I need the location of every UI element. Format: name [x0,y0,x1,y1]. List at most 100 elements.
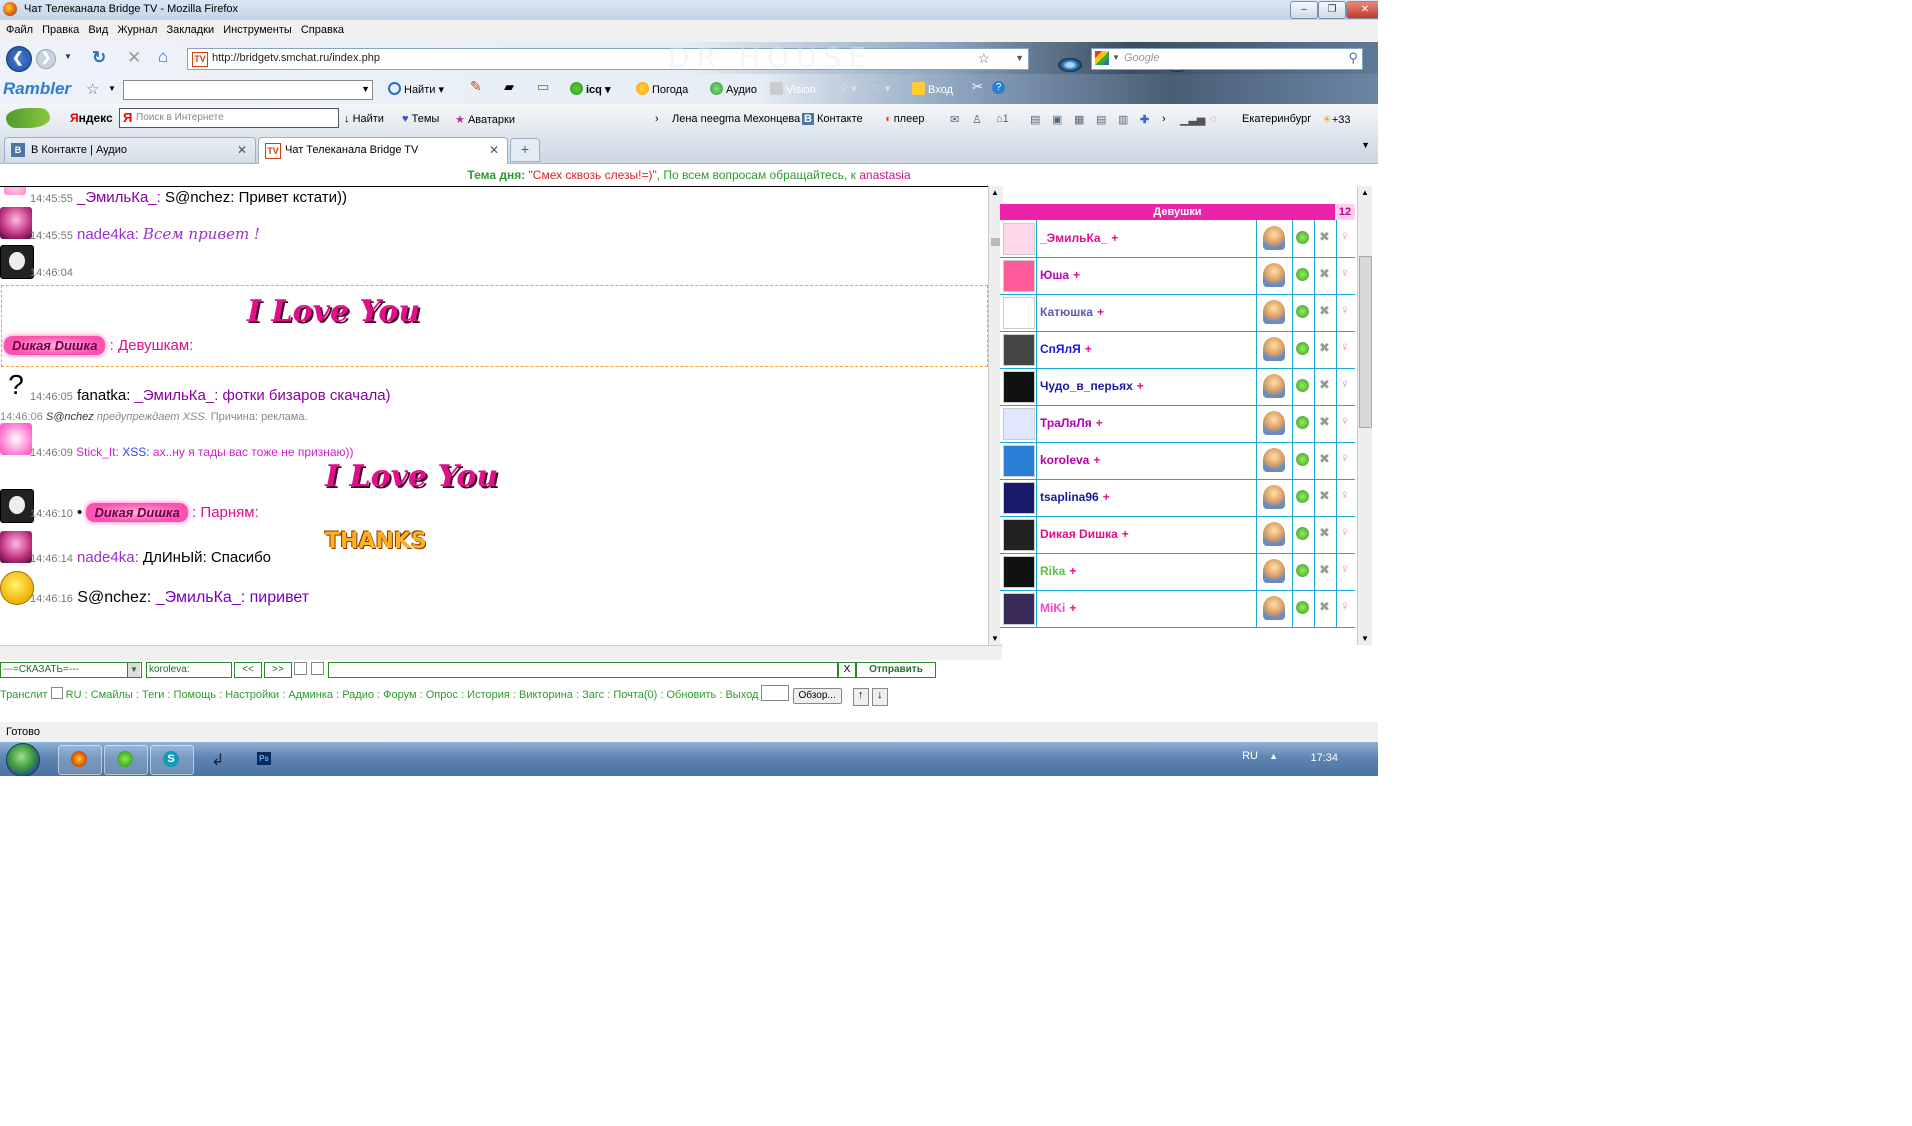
icq-flower-icon[interactable] [1296,564,1309,577]
link-smiles[interactable]: Смайлы [91,689,133,701]
scroll-down-icon[interactable]: ▼ [991,634,999,643]
link-settings[interactable]: Настройки [225,689,279,701]
mail-icon[interactable]: ✉ [950,113,959,126]
favorite-star-icon[interactable]: ☆ [86,80,99,98]
vkontakte-link[interactable]: В Контакте [802,113,863,125]
tab-vkontakte[interactable]: В В Контакте | Аудио ✕ [4,137,256,162]
message-author[interactable]: _ЭмильКа_ [77,189,157,206]
doc-icon[interactable]: ▥ [1118,113,1128,126]
user-avatar[interactable] [1003,519,1035,551]
rambler-menu-icon[interactable]: ▼ [108,84,116,93]
yandex-logo[interactable]: Яндекс [70,111,113,125]
help-icon[interactable]: ? [992,79,1008,94]
user-row[interactable]: _ЭмильКа_ + ✖ ♀ [1000,220,1355,258]
horizontal-scrollbar[interactable] [0,645,1002,660]
icq-flower-icon[interactable] [1296,379,1309,392]
icq-button[interactable]: icq ▾ [570,82,610,96]
heart-icon[interactable]: ♡ ▾ [872,82,890,95]
scroll-thumb[interactable] [1359,256,1372,428]
tab-bridge-chat[interactable]: TV Чат Телеканала Bridge TV ✕ [258,137,508,164]
user-avatar[interactable] [1003,260,1035,292]
link-quiz[interactable]: Викторина [519,689,573,701]
puzzle-icon[interactable]: ✖ [1319,525,1330,541]
puzzle-icon[interactable]: ✖ [1319,488,1330,504]
icq-flower-icon[interactable] [1296,416,1309,429]
link-forum[interactable]: Форум [383,689,416,701]
user-avatar[interactable] [1003,223,1035,255]
user-name[interactable]: ТраЛяЛя + [1040,416,1103,430]
menu-bookmarks[interactable]: Закладки [167,24,215,36]
login-button[interactable]: Вход [912,82,953,96]
user-row[interactable]: Катюшка + ✖ ♀ [1000,294,1355,332]
message-recipient[interactable]: _ЭмильКа_ [156,589,241,606]
weather-button[interactable]: Погода [636,82,688,96]
user-avatar[interactable] [1003,482,1035,514]
clock[interactable]: 17:34 [1310,752,1338,764]
browse-button[interactable]: Обзор... [792,688,842,704]
close-button[interactable]: ✕ [1346,1,1378,19]
user-avatar[interactable] [1003,408,1035,440]
message-recipient[interactable]: _ЭмильКа_ [135,387,215,404]
option-checkbox-2[interactable] [311,662,324,675]
combo-dropdown-icon[interactable]: ▼ [361,84,370,94]
reload-icon[interactable]: ↻ [92,48,106,68]
player-button[interactable]: ◖ плеер [884,113,924,125]
hello-kitty-avatar[interactable] [0,423,32,455]
link-mail[interactable]: Почта(0) [613,689,657,701]
translit-checkbox[interactable] [50,687,63,699]
avatar[interactable] [4,187,26,195]
user-row[interactable]: ТраЛяЛя + ✖ ♀ [1000,405,1355,443]
photo-icon[interactable]: ▣ [1052,113,1062,126]
link-refresh[interactable]: Обновить [666,689,716,701]
puzzle-icon[interactable]: ✖ [1319,599,1330,615]
user-row[interactable]: Rika + ✖ ♀ [1000,553,1355,591]
user-name[interactable]: MiKi + [1040,601,1076,615]
menu-help[interactable]: Справка [301,24,344,36]
menu-view[interactable]: Вид [88,24,108,36]
taskbar-skype[interactable]: S [150,745,194,775]
puzzle-icon[interactable]: ✖ [1319,414,1330,430]
language-indicator[interactable]: RU [1242,750,1258,762]
user-name[interactable]: Rika + [1040,564,1076,578]
link-help[interactable]: Помощь [174,689,217,701]
link-ru[interactable]: RU [66,689,82,701]
smiley-avatar[interactable] [0,571,34,605]
link-tags[interactable]: Теги [142,689,164,701]
rambler-find-button[interactable]: Найти ▾ [388,82,444,96]
link-admin[interactable]: Админка [288,689,333,701]
menu-edit[interactable]: Правка [42,24,79,36]
puzzle-icon[interactable]: ✖ [1319,303,1330,319]
taskbar-app[interactable]: ↲ [196,745,240,775]
user-name[interactable]: _ЭмильКа_ + [1040,231,1118,245]
search-box[interactable]: ▼ Google ⚲ [1091,48,1363,70]
eraser-icon[interactable]: ▰ [504,79,514,95]
message-author[interactable]: Stick_It [76,445,115,459]
users-scrollbar[interactable]: ▲ ▼ [1357,186,1372,645]
send-button[interactable]: Отправить [856,662,936,678]
engine-dropdown-icon[interactable]: ▼ [1112,53,1120,62]
user-row[interactable]: tsaplina96 + ✖ ♀ [1000,479,1355,517]
puzzle-icon[interactable]: ✖ [1319,562,1330,578]
user-avatar[interactable] [1003,593,1035,625]
home-icon[interactable]: ⌂ [158,47,168,67]
avatar[interactable] [0,531,32,563]
user-name[interactable]: koroleva + [1040,453,1100,467]
puzzle-icon[interactable]: ✖ [1319,451,1330,467]
themes-button[interactable]: ♥ Темы [402,113,439,125]
user-name[interactable]: СпЯлЯ + [1040,342,1092,356]
back-button[interactable]: ❮ [6,46,32,72]
question-mark-avatar[interactable]: ? [4,369,28,401]
message-author[interactable]: Dикая Dишка [4,336,106,355]
highlight-icon[interactable]: ✎ [470,78,482,95]
user-name[interactable]: Dикая Dишка + [1040,527,1129,541]
search-icon[interactable]: ⚲ [1348,50,1358,66]
menu-tools[interactable]: Инструменты [223,24,292,36]
new-tab-button[interactable]: + [510,138,540,162]
contacts-icon[interactable]: ♙ [972,113,982,126]
user-avatar[interactable] [1003,556,1035,588]
user-avatar[interactable] [1003,297,1035,329]
link-exit[interactable]: Выход [725,689,758,701]
calendar-icon[interactable]: ▦ [1074,113,1084,126]
puzzle-icon[interactable]: ✖ [1319,340,1330,356]
scroll-up-icon[interactable]: ▲ [1361,188,1369,197]
